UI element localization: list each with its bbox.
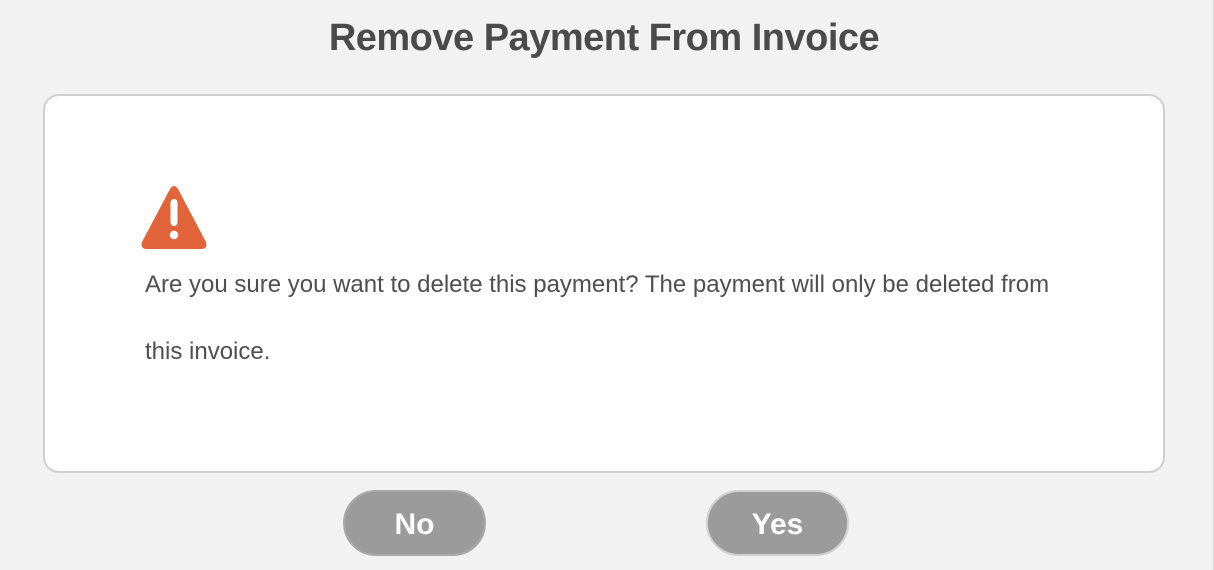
remove-payment-dialog: Remove Payment From Invoice Are you sure… [0,0,1214,570]
yes-button[interactable]: Yes [706,490,849,556]
dialog-title: Remove Payment From Invoice [328,17,880,59]
message-card: Are you sure you want to delete this pay… [43,94,1165,473]
confirmation-message: Are you sure you want to delete this pay… [145,271,1050,365]
warning-triangle-icon [141,186,207,249]
no-button[interactable]: No [343,490,486,556]
